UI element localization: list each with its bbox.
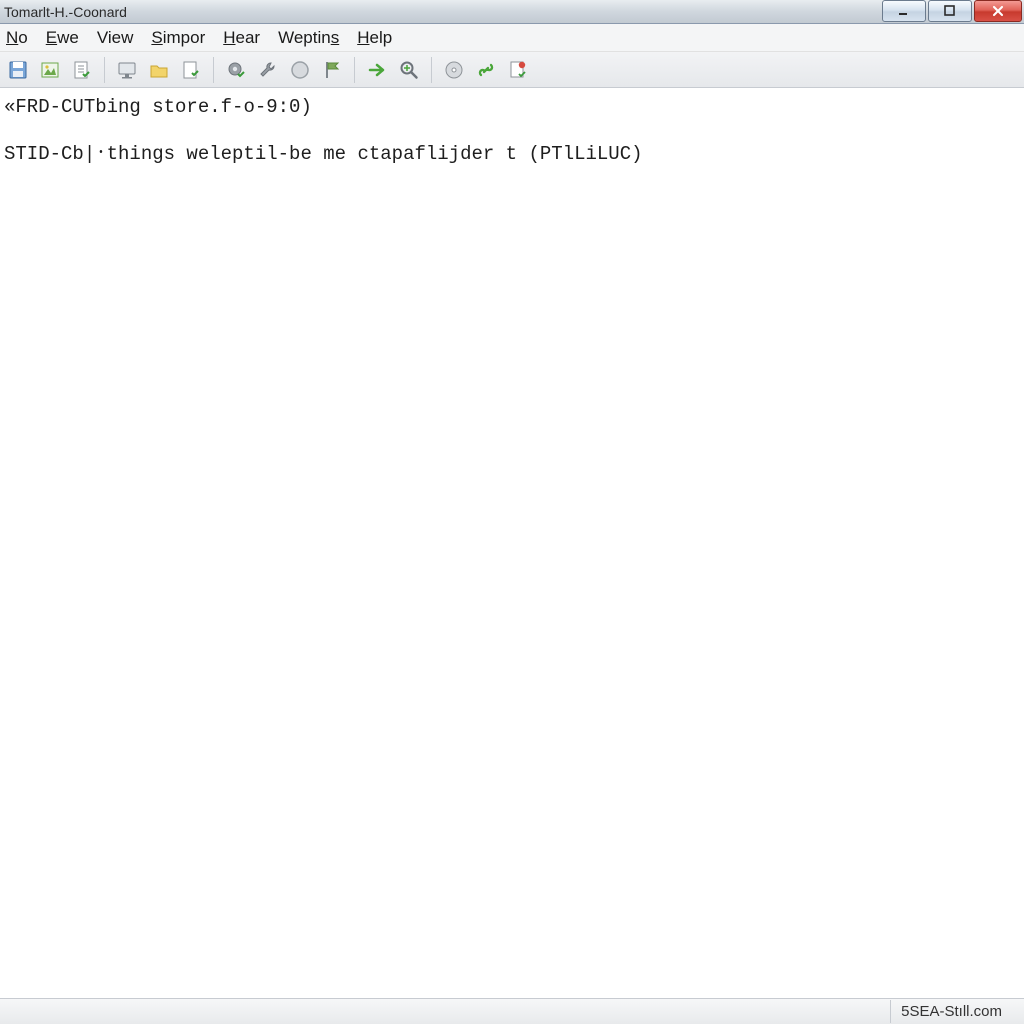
document-check-icon <box>71 59 93 81</box>
menu-ewe[interactable]: Ewe <box>46 28 79 48</box>
wrench-icon <box>257 59 279 81</box>
circle-button[interactable] <box>286 56 314 84</box>
wrench-button[interactable] <box>254 56 282 84</box>
magnifier-icon <box>398 59 420 81</box>
menubar: No Ewe View Simpor Hear Weptins Help <box>0 24 1024 52</box>
content-line-2: STID-Cb|᛫things weleptil-be me ctapaflij… <box>4 141 1020 168</box>
window-title: Tomarlt-H.-Coonard <box>4 4 127 20</box>
editor-area[interactable]: «FRD-CUT​bing store.f-o-9:0) STID-Cb|᛫th… <box>0 88 1024 998</box>
link-green-icon <box>475 59 497 81</box>
menu-view[interactable]: View <box>97 28 134 48</box>
save-button[interactable] <box>4 56 32 84</box>
page-check-icon <box>180 59 202 81</box>
toolbar-separator <box>104 57 105 83</box>
flag-icon <box>321 59 343 81</box>
minimize-icon <box>897 4 911 18</box>
arrow-right-button[interactable] <box>363 56 391 84</box>
minimize-button[interactable] <box>882 0 926 22</box>
maximize-icon <box>943 4 957 18</box>
toolbar <box>0 52 1024 88</box>
monitor-button[interactable] <box>113 56 141 84</box>
save-icon <box>7 59 29 81</box>
note-red-button[interactable] <box>504 56 532 84</box>
document-check-button[interactable] <box>68 56 96 84</box>
menu-weptins[interactable]: Weptins <box>278 28 339 48</box>
close-button[interactable] <box>974 0 1022 22</box>
titlebar: Tomarlt-H.-Coonard <box>0 0 1024 24</box>
link-green-button[interactable] <box>472 56 500 84</box>
arrow-right-icon <box>366 59 388 81</box>
note-red-icon <box>507 59 529 81</box>
disc-icon <box>443 59 465 81</box>
page-check-button[interactable] <box>177 56 205 84</box>
menu-simpor[interactable]: Simpor <box>151 28 205 48</box>
window-controls <box>882 0 1024 23</box>
toolbar-separator <box>354 57 355 83</box>
folder-button[interactable] <box>145 56 173 84</box>
menu-hear[interactable]: Hear <box>223 28 260 48</box>
disc-button[interactable] <box>440 56 468 84</box>
menu-no[interactable]: No <box>6 28 28 48</box>
menu-help[interactable]: Help <box>357 28 392 48</box>
flag-button[interactable] <box>318 56 346 84</box>
statusbar: 5SEA-Stıll.com <box>0 998 1024 1024</box>
gear-check-icon <box>225 59 247 81</box>
picture-button[interactable] <box>36 56 64 84</box>
magnifier-button[interactable] <box>395 56 423 84</box>
toolbar-separator <box>431 57 432 83</box>
content-line-1: «FRD-CUT​bing store.f-o-9:0) <box>4 94 1020 121</box>
toolbar-separator <box>213 57 214 83</box>
status-right: 5SEA-Stıll.com <box>890 1000 1012 1023</box>
picture-icon <box>39 59 61 81</box>
monitor-icon <box>116 59 138 81</box>
close-icon <box>991 4 1005 18</box>
maximize-button[interactable] <box>928 0 972 22</box>
folder-icon <box>148 59 170 81</box>
gear-button[interactable] <box>222 56 250 84</box>
circle-icon <box>289 59 311 81</box>
